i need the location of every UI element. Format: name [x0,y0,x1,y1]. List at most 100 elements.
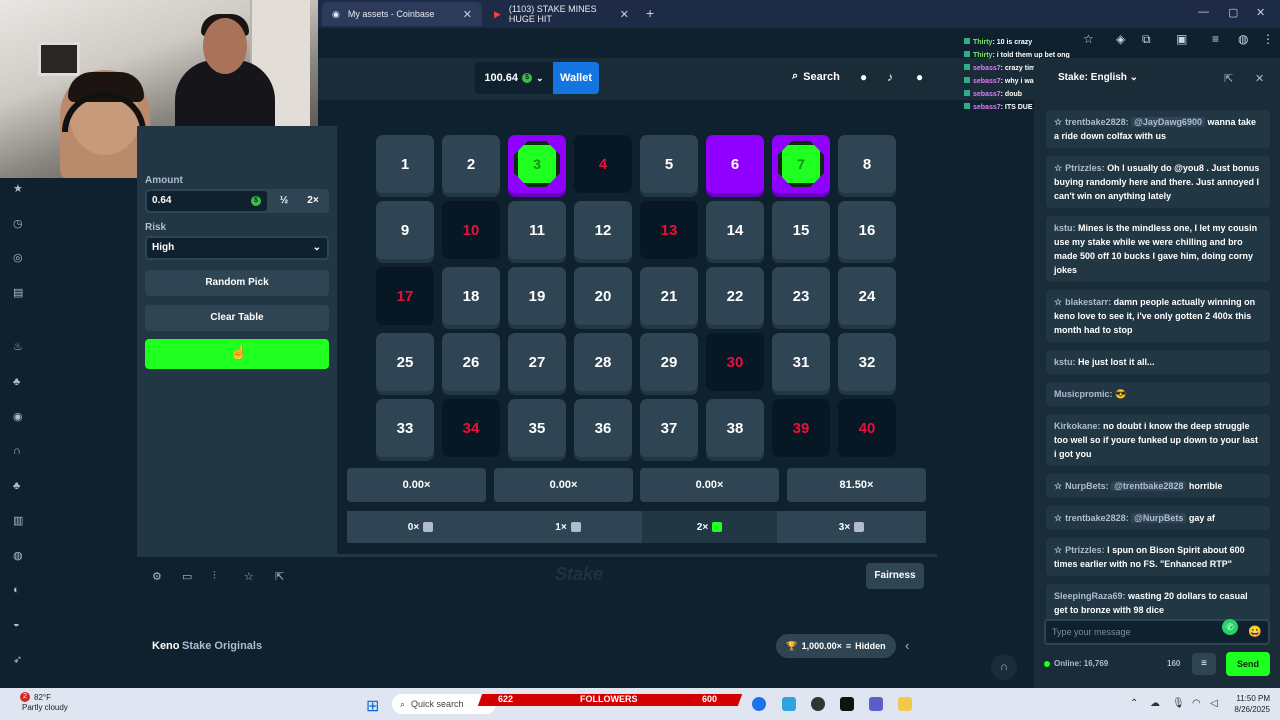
close-window-button[interactable]: ✕ [1256,6,1265,19]
user-icon[interactable]: ● [860,70,867,84]
minimize-button[interactable]: — [1198,6,1209,18]
new-tab-button[interactable]: + [646,5,654,21]
tray-chevron-icon[interactable]: ⌃ [1130,698,1138,709]
favourites-icon[interactable]: ★ [13,182,23,195]
challenges-icon[interactable]: ◎ [13,251,23,264]
keno-tile[interactable]: 15 [772,201,830,259]
half-button[interactable]: ½ [271,191,297,211]
keno-tile[interactable]: 6 [706,135,764,193]
amount-input[interactable]: 0.64 [147,191,267,211]
keno-tile[interactable]: 22 [706,267,764,325]
keno-tile[interactable]: 37 [640,399,698,457]
random-pick-button[interactable]: Random Pick [145,270,329,296]
chat-username[interactable]: NurpBets: [1065,481,1109,491]
chat-username[interactable]: Ptrizzles: [1065,163,1105,173]
keno-tile[interactable]: 14 [706,201,764,259]
originals-icon[interactable]: ♨ [13,340,23,353]
keno-tile[interactable]: 34 [442,399,500,457]
keno-tile[interactable]: 25 [376,333,434,391]
theatre-mode-icon[interactable]: ▭ [182,570,192,583]
windows-start-icon[interactable]: ⊞ [366,696,379,716]
keno-tile[interactable]: 8 [838,135,896,193]
chat-mention[interactable]: @NurpBets [1131,513,1187,523]
recent-icon[interactable]: ◷ [13,217,23,230]
tray-network-icon[interactable]: ☁ [1150,698,1160,709]
promotions-icon[interactable]: ◍ [13,549,23,562]
keno-tile[interactable]: 20 [574,267,632,325]
keno-tile[interactable]: 27 [508,333,566,391]
keno-tile[interactable]: 3 [508,135,566,193]
keno-tile[interactable]: 10 [442,201,500,259]
volume-icon[interactable]: ◁ [1210,698,1218,709]
keno-tile[interactable]: 19 [508,267,566,325]
settings-icon[interactable]: ⚙ [152,570,162,583]
chat-icon[interactable]: ● [916,70,923,84]
chat-username[interactable]: Musicpromic: [1054,389,1113,399]
new-releases-icon[interactable]: ♣ [13,480,20,492]
keno-tile[interactable]: 33 [376,399,434,457]
live-casino-icon[interactable]: ◉ [13,410,23,423]
chat-username[interactable]: kstu: [1054,223,1076,233]
balance-selector[interactable]: 100.64 $ ⌄ [475,62,553,94]
fairness-button[interactable]: Fairness [866,563,924,589]
edge-icon[interactable] [752,697,766,711]
chat-username[interactable]: kstu: [1054,357,1076,367]
keno-tile[interactable]: 23 [772,267,830,325]
file-explorer-icon[interactable] [898,697,912,711]
keno-tile[interactable]: 36 [574,399,632,457]
keno-tile[interactable]: 29 [640,333,698,391]
keno-tile[interactable]: 35 [508,399,566,457]
chat-username[interactable]: SleepingRaza69: [1054,591,1126,601]
extension-icon[interactable]: ◈ [1116,32,1125,46]
keno-tile[interactable]: 13 [640,201,698,259]
keno-tile[interactable]: 32 [838,333,896,391]
clear-table-button[interactable]: Clear Table [145,305,329,331]
browser-tab-coinbase[interactable]: ◉ My assets - Coinbase ✕ [322,2,482,26]
keno-tile[interactable]: 12 [574,201,632,259]
chat-mention[interactable]: @JayDawg6900 [1131,117,1205,127]
risk-select[interactable]: High ⌄ [145,236,329,260]
search-button[interactable]: ⌕ Search [792,70,840,83]
chat-username[interactable]: trentbake2828: [1065,117,1129,127]
keno-tile[interactable]: 2 [442,135,500,193]
chat-username[interactable]: Kirkokane: [1054,421,1101,431]
game-shows-icon[interactable]: ∩ [13,445,21,457]
chrome-icon[interactable] [811,697,825,711]
emoji-icon[interactable]: 😀 [1248,625,1262,638]
teams-icon[interactable] [869,697,883,711]
responsible-gambling-icon[interactable]: ◒ [13,618,20,630]
chat-username[interactable]: trentbake2828: [1065,513,1129,523]
wallet-button[interactable]: Wallet [553,62,599,94]
keno-tile[interactable]: 18 [442,267,500,325]
my-bets-icon[interactable]: ▤ [13,286,23,299]
headset-icon[interactable]: ∩ [991,654,1017,680]
notifications-icon[interactable]: ♪ [887,70,893,84]
publishers-icon[interactable]: ▥ [13,514,23,527]
game-provider[interactable]: Stake Originals [182,640,262,652]
keno-tile[interactable]: 40 [838,399,896,457]
send-button[interactable]: Send [1226,652,1270,676]
sponsorships-icon[interactable]: ◐ [13,584,20,596]
close-chat-icon[interactable]: ✕ [1255,72,1264,85]
keno-tile[interactable]: 9 [376,201,434,259]
keno-tile[interactable]: 21 [640,267,698,325]
keno-tile[interactable]: 7 [772,135,830,193]
chat-username[interactable]: Ptrizzles: [1065,545,1105,555]
chevron-left-icon[interactable]: ‹ [905,638,909,653]
microphone-icon[interactable]: 🎙 [1172,698,1185,709]
keno-tile[interactable]: 5 [640,135,698,193]
puzzle-icon[interactable]: ⧉ [1142,32,1151,47]
split-view-icon[interactable]: ▣ [1176,32,1187,46]
obs-icon[interactable] [840,697,854,711]
taskbar-clock[interactable]: 11:50 PM 8/26/2025 [1226,693,1270,715]
support-icon[interactable]: ➶ [13,653,22,666]
keno-tile[interactable]: 39 [772,399,830,457]
chat-mention[interactable]: @trentbake2828 [1111,481,1187,491]
slots-icon[interactable]: ♣ [13,376,20,388]
chat-room-selector[interactable]: Stake: English ⌄ [1058,72,1138,83]
keno-tile[interactable]: 11 [508,201,566,259]
popout-chat-icon[interactable]: ⇱ [1224,72,1233,85]
browser-tab-youtube[interactable]: ▶ (1103) STAKE MINES HUGE HIT ✕ [484,2,639,26]
keno-tile[interactable]: 17 [376,267,434,325]
close-tab-icon[interactable]: ✕ [463,8,472,21]
